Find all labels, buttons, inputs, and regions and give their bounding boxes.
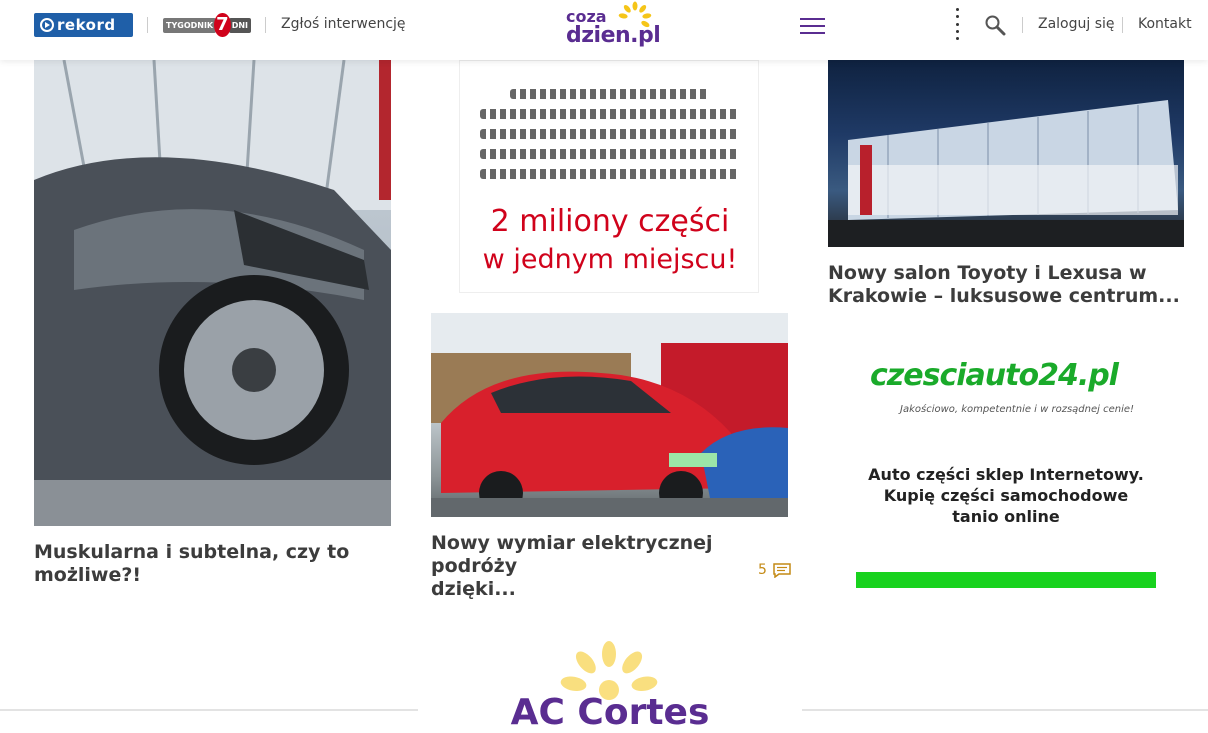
- article-image-electric-car[interactable]: [431, 313, 788, 517]
- article-title[interactable]: Muskularna i subtelna, czy to możliwe?!: [34, 541, 391, 587]
- hamburger-menu-icon[interactable]: [800, 18, 825, 34]
- rekord-logo-text: rekord: [57, 16, 116, 34]
- article-image-showroom[interactable]: [828, 60, 1184, 247]
- comment-count[interactable]: 5: [758, 562, 791, 578]
- play-icon: [40, 18, 54, 32]
- article-title-line: Nowy salon Toyoty i Lexusa w: [828, 262, 1147, 284]
- ad-description-line: Kupię części samochodowe: [883, 486, 1129, 505]
- ad-brand: czesciauto24.pl: [870, 358, 1119, 393]
- tygodnik-7-dni-logo[interactable]: TYGODNIK 7 DNI: [163, 12, 251, 38]
- article-image-suv[interactable]: [34, 60, 391, 526]
- sun-icon: [618, 1, 652, 28]
- ad-description: Auto części sklep Internetowy. Kupię czę…: [856, 464, 1156, 527]
- showroom-illustration: [828, 100, 1184, 247]
- comment-count-value: 5: [758, 562, 767, 578]
- article-title-line: Muskularna i subtelna, czy to: [34, 541, 350, 563]
- ad-subheadline: w jednym miejscu!: [482, 244, 738, 275]
- article-title[interactable]: Nowy salon Toyoty i Lexusa w Krakowie – …: [828, 262, 1184, 308]
- article-title-line: dzięki...: [431, 578, 516, 600]
- ad-tagline: Jakościowo, kompetentnie i w rozsądnej c…: [900, 404, 1135, 415]
- login-link[interactable]: Zaloguj się: [1038, 16, 1115, 32]
- article-title-line: Nowy wymiar elektrycznej podróży: [431, 532, 713, 577]
- site-header: rekord TYGODNIK 7 DNI Zgłoś interwencję …: [0, 0, 1208, 60]
- more-options-icon[interactable]: [954, 8, 960, 40]
- parts-graphic: [510, 89, 710, 99]
- electric-car-illustration: [431, 313, 788, 517]
- article-title[interactable]: Nowy wymiar elektrycznej podróży dzięki.…: [431, 532, 788, 601]
- comment-icon: [773, 562, 791, 578]
- parts-graphic: [480, 169, 740, 179]
- ad-headline: 2 miliony części: [490, 204, 730, 239]
- search-icon[interactable]: [984, 14, 1006, 36]
- divider: [1122, 17, 1123, 33]
- site-logo[interactable]: coza dzien.pl: [566, 1, 661, 49]
- section-title: AC Cortes: [510, 692, 710, 733]
- parts-advertisement[interactable]: 2 miliony części w jednym miejscu!: [459, 60, 759, 293]
- ad-description-line: tanio online: [952, 507, 1060, 526]
- ad-green-bar: [856, 572, 1156, 588]
- parts-graphic: [480, 129, 740, 139]
- czesciauto24-advertisement[interactable]: czesciauto24.pl Jakościowo, kompetentnie…: [856, 340, 1156, 588]
- section-divider: [0, 709, 418, 711]
- ad-description-line: Auto części sklep Internetowy.: [868, 465, 1144, 484]
- divider: [1022, 17, 1023, 33]
- dni-word: DNI: [228, 17, 251, 33]
- rekord-logo[interactable]: rekord: [34, 13, 133, 37]
- parts-graphic: [480, 149, 740, 159]
- parts-graphic: [480, 109, 740, 119]
- seven-badge: 7: [214, 13, 231, 37]
- tygodnik-word: TYGODNIK: [163, 17, 217, 33]
- contact-link[interactable]: Kontakt: [1138, 16, 1192, 32]
- article-title-line: Krakowie – luksusowe centrum...: [828, 285, 1180, 307]
- suv-illustration: [34, 60, 391, 526]
- article-title-line: możliwe?!: [34, 564, 142, 586]
- report-intervention-link[interactable]: Zgłoś interwencję: [281, 16, 406, 32]
- section-divider: [802, 709, 1208, 711]
- divider: [147, 17, 148, 33]
- divider: [265, 17, 266, 33]
